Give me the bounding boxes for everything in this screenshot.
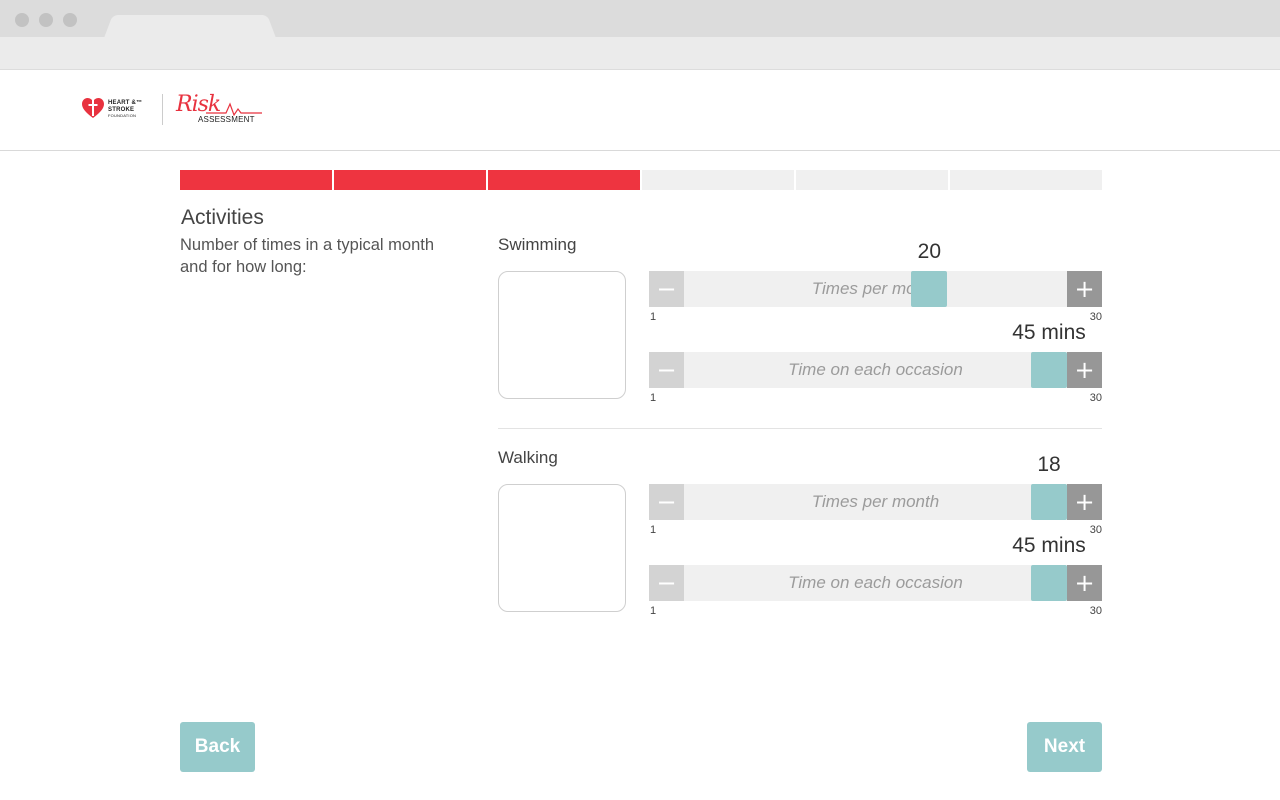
slider-label: Times per month	[811, 279, 940, 298]
heartbeat-line-icon	[206, 102, 262, 116]
slider-min-label: 1	[650, 524, 657, 536]
increment-button[interactable]: +	[1067, 352, 1102, 388]
plus-icon: +	[1074, 356, 1095, 384]
browser-tab[interactable]	[104, 14, 276, 38]
minus-icon: −	[656, 356, 677, 384]
decrement-button[interactable]: −	[649, 484, 684, 520]
minus-icon: −	[656, 488, 677, 516]
activity-name-walking: Walking	[498, 448, 558, 467]
minus-icon: −	[656, 569, 677, 597]
progress-segment	[950, 170, 1102, 190]
activity-name-swimming: Swimming	[498, 235, 577, 254]
increment-button[interactable]: +	[1067, 271, 1102, 307]
activity-image-swimming	[498, 271, 626, 399]
progress-segment	[642, 170, 794, 190]
slider-min-label: 1	[650, 605, 657, 617]
window-maximize-dot[interactable]	[63, 13, 77, 27]
slider-value: 18	[1037, 453, 1061, 476]
risk-logo-subtitle: ASSESSMENT	[198, 115, 255, 124]
decrement-button[interactable]: −	[649, 352, 684, 388]
slider-label: Time on each occasion	[788, 573, 963, 592]
slider-walking-times[interactable]: Times per month − + 18 1 30	[649, 453, 1102, 536]
slider-value: 45 mins	[1012, 321, 1086, 344]
heart-icon	[82, 98, 104, 118]
progress-segment	[180, 170, 332, 190]
slider-walking-duration[interactable]: Time on each occasion − + 45 mins 1 30	[649, 534, 1102, 617]
decrement-button[interactable]: −	[649, 271, 684, 307]
slider-swimming-times[interactable]: Times per month − + 20 1 30	[649, 240, 1102, 323]
back-button[interactable]: Back	[180, 722, 255, 772]
hs-logo-line3: FOUNDATION	[108, 113, 137, 118]
slider-value: 45 mins	[1012, 534, 1086, 557]
plus-icon: +	[1074, 488, 1095, 516]
site-header: HEART &™ STROKE FOUNDATION Risk ASSESSME…	[0, 70, 1280, 151]
decrement-button[interactable]: −	[649, 565, 684, 601]
slider-label: Times per month	[811, 492, 940, 511]
slider-max-label: 30	[1089, 524, 1102, 536]
slider-thumb[interactable]	[1031, 565, 1067, 601]
window-close-dot[interactable]	[15, 13, 29, 27]
activity-divider	[498, 428, 1102, 429]
next-button[interactable]: Next	[1027, 722, 1102, 772]
slider-min-label: 1	[650, 311, 657, 323]
risk-assessment-logo[interactable]: Risk ASSESSMENT	[176, 92, 266, 126]
slider-swimming-duration[interactable]: Time on each occasion − + 45 mins 1 30	[649, 321, 1102, 404]
heart-and-stroke-logo[interactable]: HEART &™ STROKE FOUNDATION	[82, 95, 148, 125]
plus-icon: +	[1074, 275, 1095, 303]
slider-label: Time on each occasion	[788, 360, 963, 379]
slider-value: 20	[917, 240, 942, 263]
increment-button[interactable]: +	[1067, 484, 1102, 520]
section-title: Activities	[181, 206, 264, 229]
slider-max-label: 30	[1089, 605, 1102, 617]
activity-image-walking	[498, 484, 626, 612]
slider-thumb[interactable]	[911, 271, 948, 307]
window-minimize-dot[interactable]	[39, 13, 53, 27]
slider-max-label: 30	[1089, 392, 1102, 404]
progress-segment	[334, 170, 486, 190]
hs-logo-line1: HEART &™	[108, 100, 143, 106]
slider-thumb[interactable]	[1031, 484, 1067, 520]
step-progress-bar	[180, 170, 1102, 190]
slider-thumb[interactable]	[1031, 352, 1067, 388]
progress-segment	[796, 170, 948, 190]
section-description: Number of times in a typical month and f…	[180, 236, 435, 276]
logo-divider	[162, 94, 163, 125]
minus-icon: −	[656, 275, 677, 303]
slider-min-label: 1	[650, 392, 657, 404]
slider-max-label: 30	[1089, 311, 1102, 323]
plus-icon: +	[1074, 569, 1095, 597]
progress-segment	[488, 170, 640, 190]
increment-button[interactable]: +	[1067, 565, 1102, 601]
browser-chrome	[0, 0, 1280, 70]
hs-logo-text: HEART &™ STROKE FOUNDATION	[108, 100, 142, 120]
